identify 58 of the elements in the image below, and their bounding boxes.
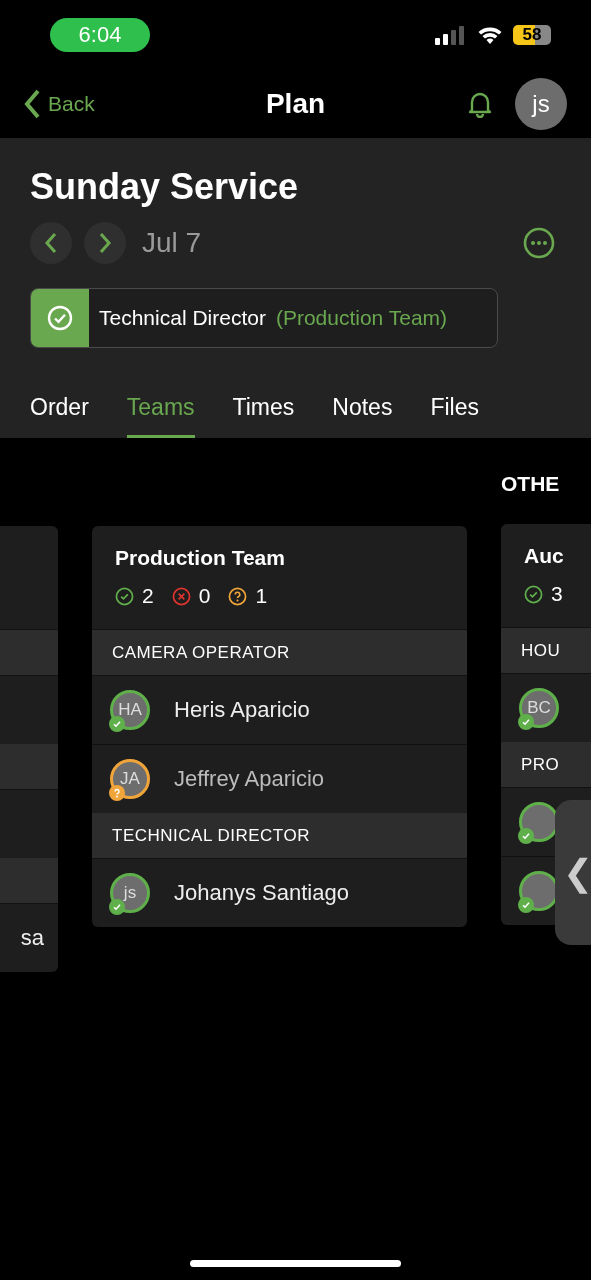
plan-date: Jul 7 <box>142 227 202 259</box>
check-badge-icon <box>518 828 534 844</box>
check-circle-icon <box>524 584 543 604</box>
member-name: Johanys Santiago <box>174 880 349 906</box>
member-name: sa <box>20 925 44 951</box>
team-title: Production Team <box>115 546 286 570</box>
position-title: TECHNICAL DIRECTOR <box>112 825 310 846</box>
tab[interactable]: Teams <box>126 382 195 438</box>
more-icon[interactable] <box>523 227 555 259</box>
check-badge-icon <box>518 897 534 913</box>
member-avatar: JA <box>110 759 150 799</box>
status-count: 1 <box>228 584 268 608</box>
tab[interactable]: Order <box>30 382 89 438</box>
profile-avatar[interactable]: js <box>515 78 567 130</box>
position-title: PRO <box>521 754 560 775</box>
check-badge-icon <box>109 899 125 915</box>
back-button[interactable]: Back <box>24 89 95 119</box>
check-circle-icon <box>115 586 134 606</box>
tab[interactable]: Notes <box>332 382 393 438</box>
wifi-icon <box>477 25 503 45</box>
member-row[interactable]: BC <box>501 673 591 742</box>
check-badge-icon <box>109 716 125 732</box>
battery-indicator: 58 <box>513 25 551 45</box>
chevron-left-icon <box>44 232 58 254</box>
member-row[interactable]: js Johanys Santiago <box>92 858 467 927</box>
role-title: Technical Director <box>99 306 266 330</box>
role-chip[interactable]: Technical Director (Production Team) <box>30 288 498 348</box>
status-count: 0 <box>171 584 211 608</box>
member-avatar: HA <box>110 690 150 730</box>
question-badge-icon <box>109 785 125 801</box>
chevron-right-icon <box>98 232 112 254</box>
member-avatar: js <box>110 873 150 913</box>
team-title: Auc <box>524 544 565 568</box>
status-count: 3 <box>524 582 563 606</box>
previous-date-button[interactable] <box>30 222 72 264</box>
tab[interactable]: Times <box>232 382 295 438</box>
role-team: (Production Team) <box>275 306 448 330</box>
page-title: Plan <box>265 88 326 120</box>
plan-title: Sunday Service <box>30 166 300 208</box>
question-circle-icon <box>228 586 248 606</box>
member-row[interactable]: sa <box>0 903 58 972</box>
signal-icon <box>435 25 465 45</box>
group-heading: OTHE <box>501 472 561 497</box>
status-time: 6:04 <box>50 18 150 52</box>
member-name: Heris Aparicio <box>174 697 310 723</box>
member-row[interactable]: HA Heris Aparicio <box>92 675 467 744</box>
position-title: CAMERA OPERATOR <box>112 642 290 663</box>
chevron-left-icon <box>24 89 40 119</box>
side-panel-handle[interactable]: ❮ <box>555 800 591 945</box>
bell-icon[interactable] <box>467 90 493 118</box>
member-avatar: BC <box>519 688 559 728</box>
next-date-button[interactable] <box>84 222 126 264</box>
x-circle-icon <box>171 586 191 606</box>
member-name: Jeffrey Aparicio <box>174 766 324 792</box>
position-title: HOU <box>521 640 561 661</box>
status-count: 2 <box>115 584 154 608</box>
check-badge-icon <box>518 714 534 730</box>
tab[interactable]: Files <box>430 382 479 438</box>
